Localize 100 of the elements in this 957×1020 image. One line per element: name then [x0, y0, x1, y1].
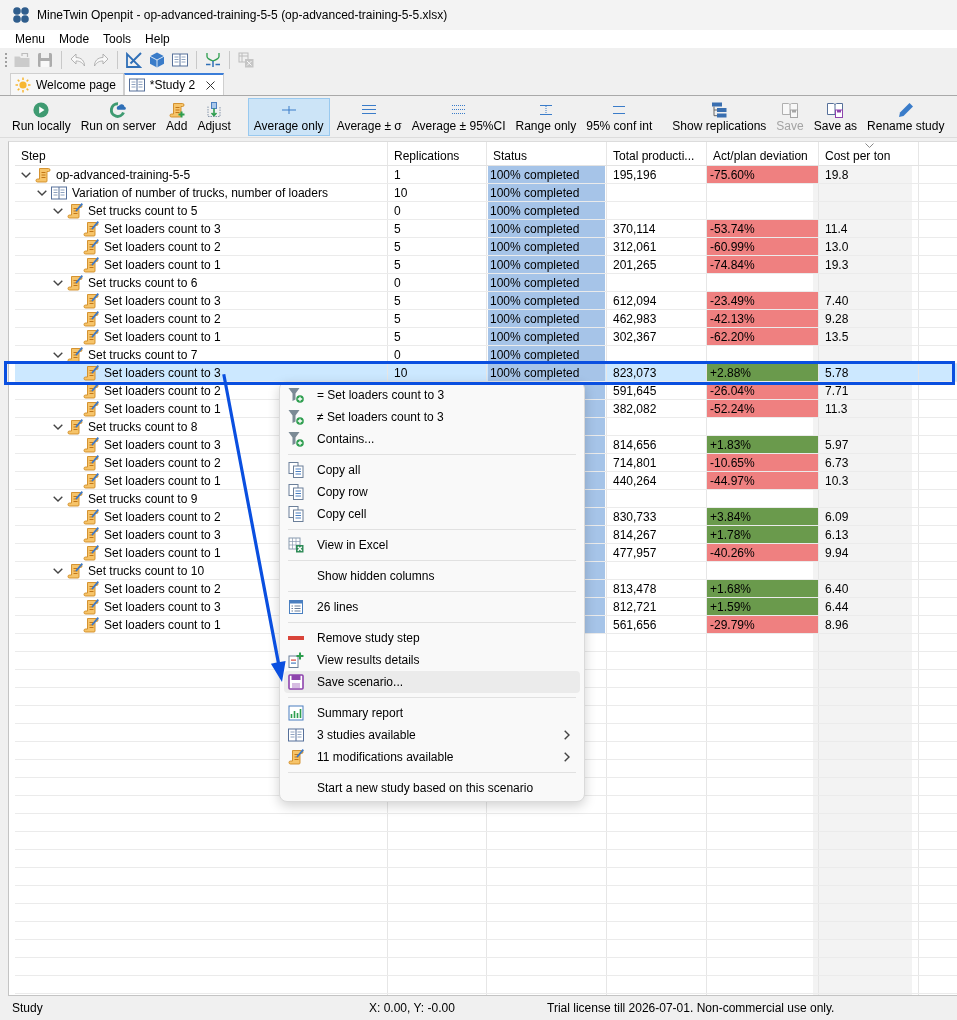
tree-row[interactable]: Set trucks count to 5 0 100% completed [15, 202, 957, 220]
cost-value: 10.3 [825, 472, 849, 490]
deviation-value: +1.83% [707, 436, 819, 453]
toolbar-button[interactable]: Adjust [194, 97, 234, 136]
column-header[interactable]: Act/plan deviation [707, 142, 819, 165]
production-value: 823,073 [613, 364, 657, 382]
deviation-value: -44.97% [707, 472, 819, 489]
toolbar-button[interactable]: Save as [810, 97, 861, 136]
scroll-icon [35, 166, 51, 183]
toolbar-button[interactable]: Add [163, 97, 191, 136]
display-mode-button[interactable]: Average only [247, 97, 330, 136]
menu-bar-item[interactable]: Menu [8, 30, 53, 48]
tree-row[interactable]: Set loaders count to 1 5 100% completed 201,265 -74.84% 19.3 [15, 256, 957, 274]
chevron-down-icon[interactable] [53, 351, 63, 358]
column-header[interactable]: Total producti... [607, 142, 707, 165]
step-name: Variation of number of trucks, number of loaders [72, 184, 328, 202]
step-name: Set loaders count to 1 [104, 544, 221, 562]
toolbar-button[interactable]: Run on server [77, 97, 160, 136]
tree-row[interactable]: Set loaders count to 2 5 100% completed 312,061 -60.99% 13.0 [15, 238, 957, 256]
toolbar-button[interactable]: Rename study [864, 97, 948, 136]
menu-bar-item[interactable]: Mode [52, 30, 97, 48]
tree-row[interactable]: Set loaders count to 3 10 100% completed 823,073 +2.88% 5.78 [15, 364, 957, 382]
cost-value: 5.78 [825, 364, 849, 382]
step-name: Set trucks count to 8 [88, 418, 198, 436]
chevron-down-icon[interactable] [37, 189, 47, 196]
step-name: Set loaders count to 1 [104, 616, 221, 634]
production-value: 312,061 [613, 238, 657, 256]
tree-row[interactable]: Variation of number of trucks, number of loaders 10 100% completed [15, 184, 957, 202]
book-icon [51, 184, 67, 201]
deviation-value: -42.13% [707, 310, 819, 327]
scroll-pencil-icon [67, 346, 83, 363]
production-value: 302,367 [613, 328, 657, 346]
menu-bar-item[interactable]: Tools [96, 30, 139, 48]
replications-value: 5 [394, 256, 401, 274]
context-menu-item[interactable]: Save scenario... [284, 671, 580, 693]
tab[interactable]: Welcome page [10, 73, 124, 95]
display-mode-button[interactable]: Range only [512, 97, 580, 136]
scroll-pencil-icon [83, 256, 99, 273]
production-value: 382,082 [613, 400, 657, 418]
drafting-triangle-icon[interactable] [126, 52, 142, 68]
display-mode-button[interactable]: Average ± σ [333, 97, 405, 136]
documents-icon [288, 484, 304, 500]
chevron-down-icon[interactable] [53, 567, 63, 574]
production-value: 477,957 [613, 544, 657, 562]
scroll-pencil-icon [83, 580, 99, 597]
context-menu-item[interactable]: 26 lines [284, 596, 580, 618]
tree-row[interactable]: op-advanced-training-5-5 1 100% completed 195,196 -75.60% 19.8 [15, 166, 957, 184]
scroll-pencil-icon [83, 220, 99, 237]
chevron-down-icon[interactable] [53, 423, 63, 430]
toolbar-button[interactable]: Show replications [669, 97, 770, 136]
chevron-down-icon[interactable] [21, 171, 31, 178]
production-value: 812,721 [613, 598, 657, 616]
context-menu-item[interactable]: Copy cell [284, 503, 580, 525]
scroll-pencil-icon [83, 364, 99, 381]
chevron-down-icon[interactable] [53, 495, 63, 502]
tab[interactable]: *Study 2 [123, 73, 225, 95]
display-mode-button[interactable]: Average ± 95%CI [408, 97, 509, 136]
context-menu-item[interactable]: 11 modifications available [284, 746, 580, 768]
production-value: 201,265 [613, 256, 657, 274]
chart-icon [288, 705, 304, 721]
tree-row[interactable]: Set loaders count to 3 5 100% completed 370,114 -53.74% 11.4 [15, 220, 957, 238]
deviation-value: +1.68% [707, 580, 819, 597]
context-menu-item[interactable]: Summary report [284, 702, 580, 724]
step-name: op-advanced-training-5-5 [56, 166, 191, 184]
context-menu-item[interactable]: 3 studies available [284, 724, 580, 746]
toolbar-button[interactable]: Run locally [9, 97, 74, 136]
chevron-down-icon[interactable] [53, 207, 63, 214]
scroll-pencil-icon [67, 202, 83, 219]
replications-value: 10 [394, 364, 408, 382]
document-plus-icon [288, 652, 304, 668]
column-header[interactable]: Status [487, 142, 607, 165]
book-icon[interactable] [172, 52, 188, 68]
cube-icon[interactable] [149, 52, 165, 68]
pencil-icon [897, 101, 914, 118]
display-mode-button[interactable]: 95% conf int [583, 97, 656, 136]
replications-value: 0 [394, 274, 401, 292]
deviation-value: -52.24% [707, 400, 819, 417]
context-menu-item[interactable]: View results details [284, 649, 580, 671]
context-menu-item[interactable]: = Set loaders count to 3 [284, 384, 580, 406]
column-header[interactable]: Cost per ton [819, 142, 919, 165]
tree-row[interactable]: Set trucks count to 6 0 100% completed [15, 274, 957, 292]
menu-bar-item[interactable]: Help [138, 30, 177, 48]
tree-row[interactable]: Set loaders count to 3 5 100% completed 612,094 -23.49% 7.40 [15, 292, 957, 310]
three-lines-icon [362, 105, 377, 114]
scroll-pencil-icon [83, 382, 99, 399]
funnel-plus-icon [288, 431, 304, 447]
coordinates-text: X: 0.00, Y: -0.00 [369, 1000, 456, 1017]
funnel-plus-icon [288, 409, 304, 425]
close-icon[interactable] [206, 80, 216, 90]
branch-icon[interactable] [205, 52, 221, 68]
column-header[interactable]: Replications [388, 142, 487, 165]
tree-row[interactable]: Set loaders count to 2 5 100% completed 462,983 -42.13% 9.28 [15, 310, 957, 328]
status-text: 100% completed [489, 292, 580, 310]
tree-row[interactable]: Set loaders count to 1 5 100% completed 302,367 -62.20% 13.5 [15, 328, 957, 346]
column-header[interactable]: Step [15, 142, 388, 165]
license-text: Trial license till 2026-07-01. Non-commercial use only. [547, 1000, 835, 1017]
book-icon [288, 727, 304, 743]
cost-value: 11.3 [825, 400, 848, 418]
context-menu-item[interactable]: Start a new study based on this scenario [284, 777, 580, 799]
chevron-down-icon[interactable] [53, 279, 63, 286]
